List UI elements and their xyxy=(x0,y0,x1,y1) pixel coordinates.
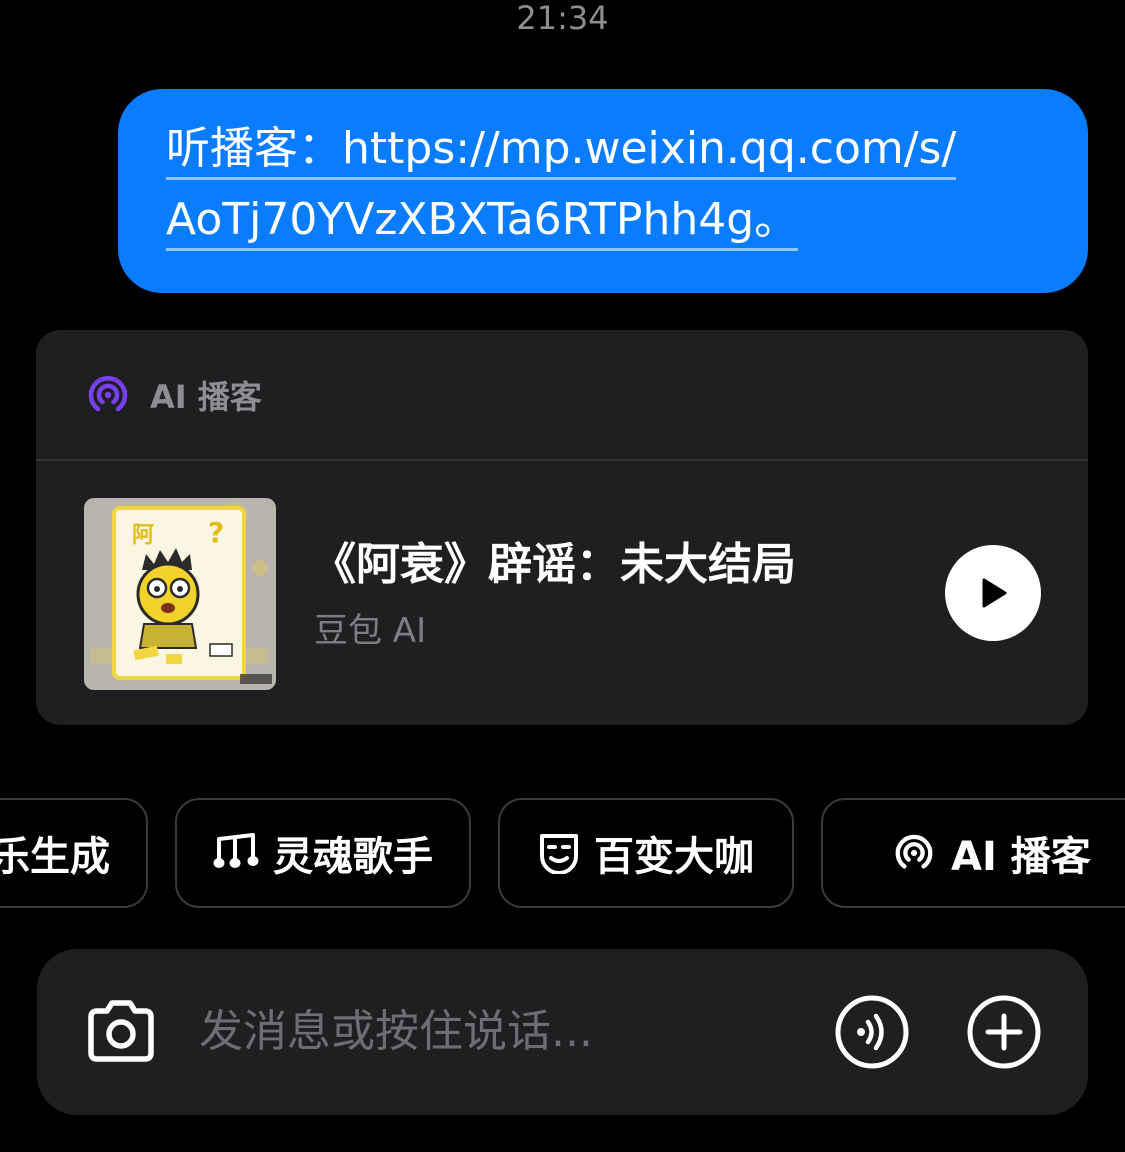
podcast-card-header: AI 播客 xyxy=(36,330,1088,461)
camera-icon[interactable] xyxy=(83,995,159,1067)
cover-text: 阿 xyxy=(132,523,154,548)
chip-label: 灵魂歌手 xyxy=(273,834,433,880)
podcast-icon xyxy=(895,834,933,869)
play-button[interactable] xyxy=(945,545,1041,641)
podcast-icon xyxy=(88,375,128,411)
svg-text:?: ? xyxy=(208,516,224,549)
plus-icon[interactable] xyxy=(966,994,1042,1070)
music-notes-icon xyxy=(213,833,259,868)
chip-label: 乐生成 xyxy=(0,834,110,880)
message-composer xyxy=(37,949,1088,1115)
podcast-item[interactable]: 阿 ? 《阿衰》辟谣：未大结局 豆包 AI xyxy=(36,461,1088,723)
chip-label: 百变大咖 xyxy=(594,834,754,880)
chip-ai-podcast[interactable]: AI 播客 xyxy=(821,798,1125,908)
voice-call-icon[interactable] xyxy=(834,994,910,1070)
message-input[interactable] xyxy=(199,1001,799,1061)
user-message-bubble[interactable]: 听播客：https://mp.weixin.qq.com/s/ AoTj70YV… xyxy=(118,89,1088,293)
chip-label: AI 播客 xyxy=(951,834,1091,880)
message-link-line-1[interactable]: 听播客：https://mp.weixin.qq.com/s/ xyxy=(166,125,957,180)
chip-shapeshifter[interactable]: 百变大咖 xyxy=(498,798,794,908)
play-icon xyxy=(982,578,1007,608)
podcast-card-header-label: AI 播客 xyxy=(150,377,262,416)
chip-soul-singer[interactable]: 灵魂歌手 xyxy=(175,798,471,908)
podcast-cover-image: 阿 ? xyxy=(84,498,276,690)
podcast-author: 豆包 AI xyxy=(314,611,427,651)
podcast-card[interactable]: AI 播客 阿 ? 《阿衰》辟谣：未大结局 豆包 AI xyxy=(36,330,1088,725)
message-link-line-2[interactable]: AoTj70YVzXBXTa6RTPhh4g。 xyxy=(166,196,799,251)
podcast-title: 《阿衰》辟谣：未大结局 xyxy=(312,539,796,590)
smiley-mask-icon xyxy=(540,834,578,874)
status-time: 21:34 xyxy=(516,0,609,37)
chip-music-generate[interactable]: 乐生成 xyxy=(0,798,148,908)
quick-action-bar: 乐生成 灵魂歌手 百变大咖 AI 播客 xyxy=(0,798,1125,912)
